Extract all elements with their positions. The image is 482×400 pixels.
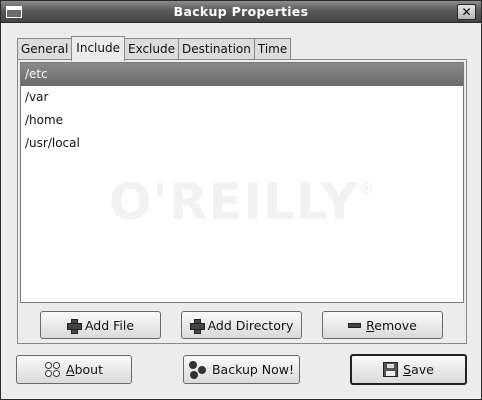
tab-time[interactable]: Time [253, 38, 292, 60]
about-label: About [66, 362, 103, 377]
list-item[interactable]: /etc [21, 63, 463, 86]
minus-icon [348, 322, 362, 328]
save-label: Save [403, 362, 434, 377]
tab-general[interactable]: General [17, 38, 73, 60]
title-bar[interactable]: Backup Properties ✕ [1, 1, 481, 23]
list-item[interactable]: /home [21, 109, 463, 132]
backup-properties-window: Backup Properties ✕ General Include Excl… [0, 0, 482, 400]
floppy-disk-icon [383, 362, 399, 377]
close-button[interactable]: ✕ [457, 4, 476, 20]
tab-destination[interactable]: Destination [178, 38, 255, 60]
backup-now-label: Backup Now! [211, 362, 295, 377]
list-item[interactable]: /var [21, 86, 463, 109]
remove-button[interactable]: Remove [322, 311, 443, 339]
about-icon [45, 361, 61, 378]
include-tab-panel: /etc /var /home /usr/local O'REILLY® Add… [17, 59, 467, 344]
tab-exclude[interactable]: Exclude [123, 38, 179, 60]
add-directory-button[interactable]: Add Directory [181, 311, 302, 339]
tab-bar: General Include Exclude Destination Time [17, 36, 292, 61]
list-item[interactable]: /usr/local [21, 132, 463, 155]
about-button[interactable]: About [16, 355, 132, 384]
oreilly-watermark: O'REILLY® [109, 173, 376, 231]
save-button[interactable]: Save [350, 354, 467, 385]
tab-include[interactable]: Include [71, 36, 125, 61]
remove-label: Remove [366, 317, 417, 333]
include-list[interactable]: /etc /var /home /usr/local O'REILLY® [20, 62, 464, 303]
window-title: Backup Properties [173, 4, 309, 19]
backup-icon [188, 360, 207, 379]
plus-icon [189, 318, 205, 334]
add-directory-label: Add Directory [207, 317, 294, 333]
add-file-button[interactable]: Add File [40, 311, 161, 339]
backup-now-button[interactable]: Backup Now! [183, 355, 300, 384]
add-file-label: Add File [84, 317, 135, 333]
plus-icon [66, 318, 82, 334]
